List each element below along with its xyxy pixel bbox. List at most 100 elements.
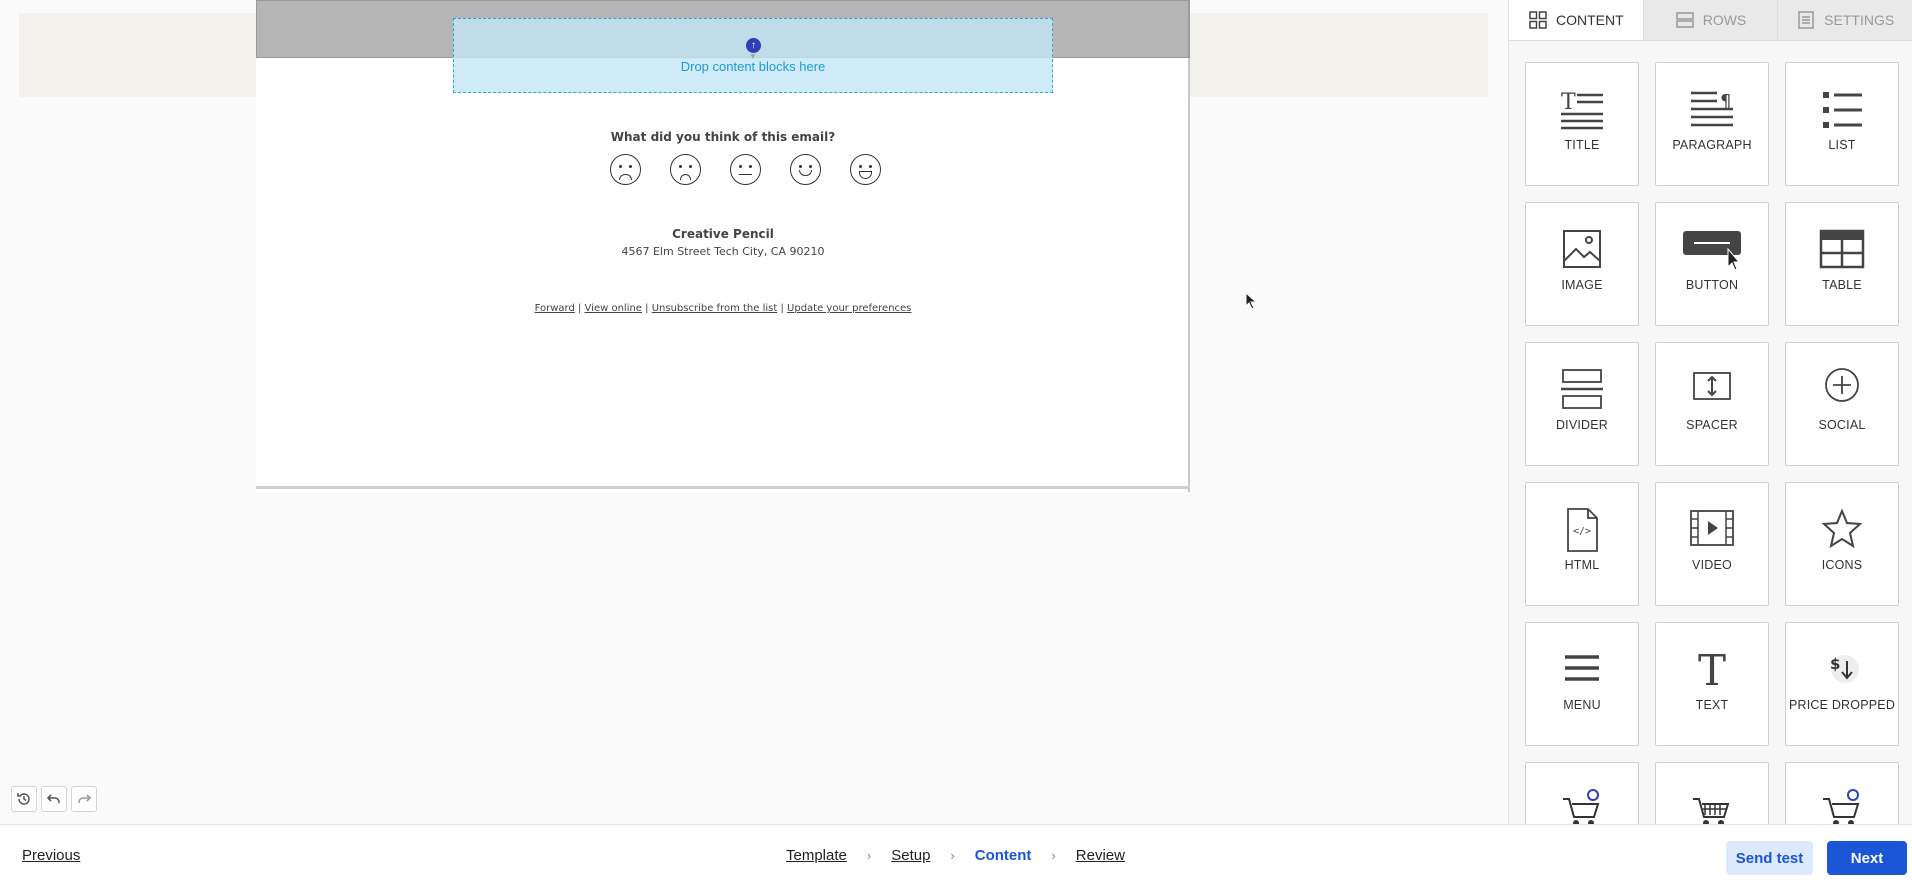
- block-label: IMAGE: [1561, 278, 1603, 292]
- chevron-right-icon: ›: [1051, 848, 1056, 863]
- table-icon: [1819, 229, 1865, 269]
- svg-text:T: T: [1561, 90, 1576, 115]
- link-separator: |: [645, 303, 649, 314]
- panel-tabs: CONTENT ROWS SETTINGS: [1509, 0, 1912, 41]
- content-blocks-grid: T TITLE ¶ PARAGRAPH LIST IMAGE BUTTON TA…: [1525, 62, 1899, 882]
- svg-text:T: T: [1698, 647, 1726, 693]
- bottom-navigation-bar: Previous Template › Setup › Content › Re…: [0, 824, 1912, 882]
- spacer-icon: [1693, 372, 1731, 400]
- divider-icon: [1561, 369, 1603, 409]
- block-label: HTML: [1564, 558, 1600, 572]
- forward-link[interactable]: Forward: [535, 303, 575, 314]
- arrow-up-icon[interactable]: ↑: [746, 38, 761, 53]
- price-dropped-icon: $: [1830, 655, 1859, 683]
- svg-text:$: $: [1830, 655, 1840, 673]
- block-social[interactable]: SOCIAL: [1785, 342, 1899, 466]
- happy-face-icon[interactable]: [790, 154, 821, 185]
- svg-text:¶: ¶: [1720, 91, 1731, 112]
- caret-down-icon: ▼: [749, 52, 757, 61]
- block-label: LIST: [1828, 138, 1856, 152]
- drop-zone-label: Drop content blocks here: [680, 59, 826, 74]
- email-body-bottom-edge: [256, 486, 1190, 492]
- link-separator: |: [780, 303, 784, 314]
- paragraph-icon: ¶: [1691, 91, 1733, 127]
- block-label: PARAGRAPH: [1672, 138, 1752, 152]
- chevron-right-icon: ›: [866, 848, 872, 863]
- update-preferences-link[interactable]: Update your preferences: [787, 303, 911, 314]
- company-name: Creative Pencil: [672, 227, 774, 241]
- tab-rows[interactable]: ROWS: [1642, 0, 1778, 40]
- block-label: BUTTON: [1685, 278, 1739, 292]
- sad-face-icon[interactable]: [670, 154, 701, 185]
- company-address: 4567 Elm Street Tech City, CA 90210: [621, 245, 825, 258]
- block-label: TEXT: [1695, 698, 1729, 712]
- angry-face-icon[interactable]: [610, 154, 641, 185]
- title-icon: T: [1561, 90, 1603, 130]
- grid-icon: [1529, 11, 1547, 29]
- settings-doc-icon: [1798, 11, 1814, 29]
- tab-label: CONTENT: [1556, 12, 1624, 28]
- content-panel: CONTENT ROWS SETTINGS T TITLE ¶ PARAGRAP…: [1508, 0, 1912, 882]
- social-icon: [1825, 368, 1859, 402]
- block-label: TABLE: [1822, 278, 1862, 292]
- unsubscribe-link[interactable]: Unsubscribe from the list: [652, 303, 778, 314]
- block-html[interactable]: </> HTML: [1525, 482, 1639, 606]
- menu-icon: [1565, 655, 1599, 681]
- rows-icon: [1675, 12, 1694, 28]
- tab-label: ROWS: [1702, 12, 1747, 28]
- block-label: PRICE DROPPED: [1788, 698, 1896, 712]
- step-template[interactable]: Template: [786, 847, 847, 864]
- email-canvas[interactable]: ↑ ▼ Drop content blocks here What did yo…: [0, 0, 1508, 824]
- mouse-cursor-icon: [1245, 292, 1258, 310]
- block-paragraph[interactable]: ¶ PARAGRAPH: [1655, 62, 1769, 186]
- button-icon: [1683, 231, 1741, 271]
- block-icons[interactable]: ICONS: [1785, 482, 1899, 606]
- block-list[interactable]: LIST: [1785, 62, 1899, 186]
- block-label: SOCIAL: [1818, 418, 1866, 432]
- next-button[interactable]: Next: [1827, 841, 1907, 875]
- block-title[interactable]: T TITLE: [1525, 62, 1639, 186]
- block-price-dropped[interactable]: $ PRICE DROPPED: [1785, 622, 1899, 746]
- neutral-face-icon[interactable]: [730, 154, 761, 185]
- previous-link[interactable]: Previous: [22, 847, 80, 864]
- survey-question: What did you think of this email?: [610, 130, 836, 144]
- view-online-link[interactable]: View online: [585, 303, 642, 314]
- redo-icon[interactable]: [71, 786, 97, 812]
- text-icon: T: [1698, 647, 1726, 693]
- svg-text:</>: </>: [1573, 526, 1591, 537]
- step-setup[interactable]: Setup: [891, 847, 930, 864]
- history-icon[interactable]: [11, 786, 37, 812]
- image-icon: [1563, 230, 1601, 268]
- rating-faces: [610, 154, 881, 185]
- block-button[interactable]: BUTTON: [1655, 202, 1769, 326]
- block-label: MENU: [1563, 698, 1601, 712]
- html-icon: </>: [1567, 508, 1598, 552]
- tab-settings[interactable]: SETTINGS: [1777, 0, 1912, 40]
- block-spacer[interactable]: SPACER: [1655, 342, 1769, 466]
- link-separator: |: [577, 303, 582, 314]
- block-text[interactable]: T TEXT: [1655, 622, 1769, 746]
- chevron-right-icon: ›: [950, 848, 955, 863]
- block-label: SPACER: [1686, 418, 1738, 432]
- block-table[interactable]: TABLE: [1785, 202, 1899, 326]
- block-label: VIDEO: [1692, 558, 1732, 572]
- history-toolbar: [11, 786, 97, 812]
- drop-zone[interactable]: ↑ ▼ Drop content blocks here: [453, 18, 1053, 93]
- footer-links: Forward | View online | Unsubscribe from…: [256, 303, 1190, 314]
- video-icon: [1690, 510, 1734, 546]
- step-content[interactable]: Content: [975, 847, 1032, 864]
- tab-label: SETTINGS: [1824, 12, 1895, 28]
- send-test-button[interactable]: Send test: [1726, 841, 1813, 875]
- tab-content[interactable]: CONTENT: [1509, 0, 1643, 40]
- star-icon: [1821, 508, 1863, 549]
- block-divider[interactable]: DIVIDER: [1525, 342, 1639, 466]
- block-image[interactable]: IMAGE: [1525, 202, 1639, 326]
- block-video[interactable]: VIDEO: [1655, 482, 1769, 606]
- laughing-face-icon[interactable]: [850, 154, 881, 185]
- block-menu[interactable]: MENU: [1525, 622, 1639, 746]
- list-icon: [1823, 92, 1862, 128]
- wizard-steps: Template › Setup › Content › Review: [786, 847, 1125, 864]
- step-review[interactable]: Review: [1076, 847, 1125, 864]
- block-label: TITLE: [1564, 138, 1600, 152]
- undo-icon[interactable]: [41, 786, 67, 812]
